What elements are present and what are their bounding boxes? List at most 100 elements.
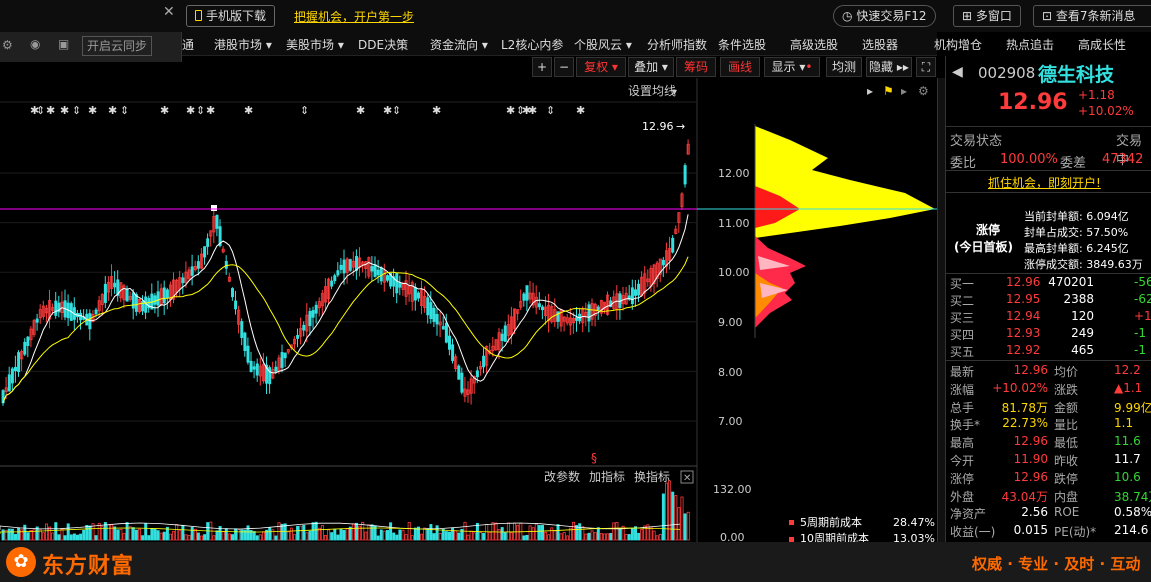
- svg-text:✱: ✱: [108, 104, 117, 117]
- bid-change: -1: [1134, 326, 1146, 340]
- nav-item-growth[interactable]: 高成长性: [1078, 36, 1126, 53]
- promo-link[interactable]: 把握机会，开户第一步: [294, 8, 414, 25]
- chips-button[interactable]: 筹码: [676, 57, 716, 77]
- weibi-value: 100.00%: [1000, 152, 1058, 167]
- gear-icon[interactable]: ⚙: [2, 38, 13, 52]
- vol-label-max: 132.00: [713, 483, 752, 496]
- quote-value: 0.015: [1013, 523, 1048, 538]
- prev-stock-icon[interactable]: ◀: [952, 64, 963, 80]
- nav-item-dde[interactable]: DDE决策: [358, 36, 408, 53]
- bid-row[interactable]: 买一 12.96 470201 -564: [946, 275, 1151, 292]
- change-params-button[interactable]: 改参数: [544, 469, 580, 484]
- zoom-in-button[interactable]: +: [532, 57, 552, 77]
- quote-label: 涨停: [950, 471, 975, 486]
- nav-item-advanced[interactable]: 高级选股: [790, 36, 838, 53]
- weicha-label: 委差: [1060, 156, 1087, 171]
- mobile-download-button[interactable]: 手机版下载: [186, 5, 276, 27]
- hide-button[interactable]: 隐藏 ▸▸: [866, 57, 912, 77]
- open-account-link[interactable]: 抓住机会，即刻开户!: [988, 174, 1101, 191]
- zoom-out-button[interactable]: −: [554, 57, 574, 77]
- flag-icon[interactable]: ⚑: [883, 84, 894, 98]
- fuquan-button[interactable]: 复权 ▾: [576, 57, 626, 77]
- nav-item-fund-flow[interactable]: 资金流向 ▾: [430, 36, 488, 53]
- trade-state-label: 交易状态: [950, 134, 1003, 149]
- nav-item-hotspot[interactable]: 热点追击: [1006, 36, 1054, 53]
- nav-item-institution[interactable]: 机构增仓: [934, 36, 982, 53]
- chevron-down-icon[interactable]: ▾: [672, 87, 677, 98]
- limit-stat-label: 最高封单额:: [1024, 242, 1083, 255]
- quote-label: 今开: [950, 453, 975, 468]
- nav-item-0[interactable]: 通: [182, 36, 194, 53]
- bid-row[interactable]: 买五 12.92 465 -1: [946, 343, 1151, 360]
- overlay-button[interactable]: 叠加 ▾: [628, 57, 674, 77]
- play-icon[interactable]: ▸: [901, 84, 907, 98]
- news-button[interactable]: ⊡ 查看7条新消息: [1033, 5, 1151, 27]
- eye-icon[interactable]: ◉: [30, 37, 40, 51]
- stock-change: +1.18: [1078, 88, 1115, 102]
- quote-row: 收益(一) 0.015 PE(动)* 214.6: [946, 523, 1151, 541]
- quote-label: 内盘: [1054, 489, 1079, 504]
- nav-item-stock-news[interactable]: 个股风云 ▾: [574, 36, 632, 53]
- quote-label: PE(动)*: [1054, 525, 1097, 540]
- quote-row: 外盘 43.04万内盘 38.74万: [946, 488, 1151, 506]
- close-icon[interactable]: ✕: [163, 4, 175, 20]
- fullscreen-icon[interactable]: ⛶: [916, 57, 936, 77]
- quote-value: 22.73%: [1002, 416, 1048, 431]
- limit-stat-row: 最高封单额: 6.245亿: [1024, 240, 1151, 256]
- bid-row[interactable]: 买三 12.94 120 +1: [946, 309, 1151, 326]
- grid-icon: ⊞: [962, 9, 973, 23]
- price-label-1: 12.00: [718, 167, 750, 180]
- add-indicator-button[interactable]: 加指标: [589, 469, 625, 484]
- cloud-sync-button[interactable]: 开启云同步: [82, 36, 153, 56]
- svg-text:✱: ✱: [186, 104, 195, 117]
- nav-item-screener[interactable]: 选股器: [862, 36, 898, 53]
- svg-text:✱: ✱: [206, 104, 215, 117]
- volume-bars: [0, 480, 690, 541]
- bid-label: 买二: [950, 294, 975, 308]
- quote-label: 总手: [950, 400, 975, 415]
- screenshot-icon[interactable]: ▣: [58, 37, 69, 51]
- quote-value: 11.7: [1114, 451, 1141, 466]
- svg-text:✱: ✱: [88, 104, 97, 117]
- quote-value: 11.6: [1114, 434, 1141, 449]
- nav-item-condition[interactable]: 条件选股: [718, 36, 766, 53]
- limit-stat-row: 涨停成交额: 3849.63万: [1024, 256, 1151, 272]
- nav-item-analyst[interactable]: 分析师指数: [647, 36, 707, 53]
- quote-label: 均价: [1054, 365, 1079, 379]
- limit-stat-value: 6.245亿: [1086, 242, 1129, 255]
- multi-window-button[interactable]: ⊞ 多窗口: [953, 5, 1021, 27]
- set-ma-button[interactable]: 设置均线: [628, 84, 676, 98]
- quote-label: 最高: [950, 436, 975, 451]
- nav-item-us[interactable]: 美股市场 ▾: [286, 36, 344, 53]
- nav-item-hk[interactable]: 港股市场 ▾: [214, 36, 272, 53]
- quote-label: 金额: [1054, 400, 1079, 415]
- cost-value-5: 28.47%: [893, 516, 935, 529]
- bid-row[interactable]: 买二 12.95 2388 -62: [946, 292, 1151, 309]
- nav-item-l2[interactable]: L2核心内参: [501, 36, 563, 53]
- limit-stat-row: 封单占成交: 57.50%: [1024, 224, 1151, 240]
- quote-row: 最高 12.96 最低 11.6: [946, 434, 1151, 452]
- svg-text:⇕: ⇕: [392, 104, 401, 117]
- quote-value: 43.04万: [1001, 489, 1048, 504]
- bid-label: 买五: [950, 345, 975, 359]
- dividend-marker-icon: §: [591, 451, 597, 465]
- bid-label: 买三: [950, 311, 975, 325]
- measure-button[interactable]: 均测: [826, 57, 862, 77]
- arrow-right-icon: →: [676, 120, 685, 133]
- svg-text:✱: ✱: [383, 104, 392, 117]
- display-button[interactable]: 显示 ▾•: [764, 57, 820, 77]
- svg-text:⇕: ⇕: [120, 104, 129, 117]
- svg-text:✱: ✱: [356, 104, 365, 117]
- bid-row[interactable]: 买四 12.93 249 -1: [946, 326, 1151, 343]
- triangle-icon[interactable]: ▸: [867, 84, 873, 98]
- quote-label: 量比: [1054, 418, 1079, 433]
- splitter[interactable]: [937, 78, 945, 542]
- settings-icon[interactable]: ⚙: [918, 84, 929, 98]
- switch-indicator-button[interactable]: 换指标: [634, 469, 670, 484]
- kline-chart[interactable]: ✱⇕ ✱ ✱ ⇕ ✱ ✱ ⇕ ✱ ✱ ⇕ ✱ ✱ ⇕ ✱ ✱ ⇕ ✱ ✱ ⇕✱✱ ⇕ ✱ 设置均线 ▾ 12.96 → …: [0, 78, 937, 545]
- quote-value: 12.96: [1013, 363, 1048, 377]
- svg-text:✱: ✱: [432, 104, 441, 117]
- quick-trade-button[interactable]: ◷ 快速交易F12: [833, 5, 936, 27]
- bid-price: 12.92: [1006, 343, 1041, 357]
- draw-line-button[interactable]: 画线: [720, 57, 760, 77]
